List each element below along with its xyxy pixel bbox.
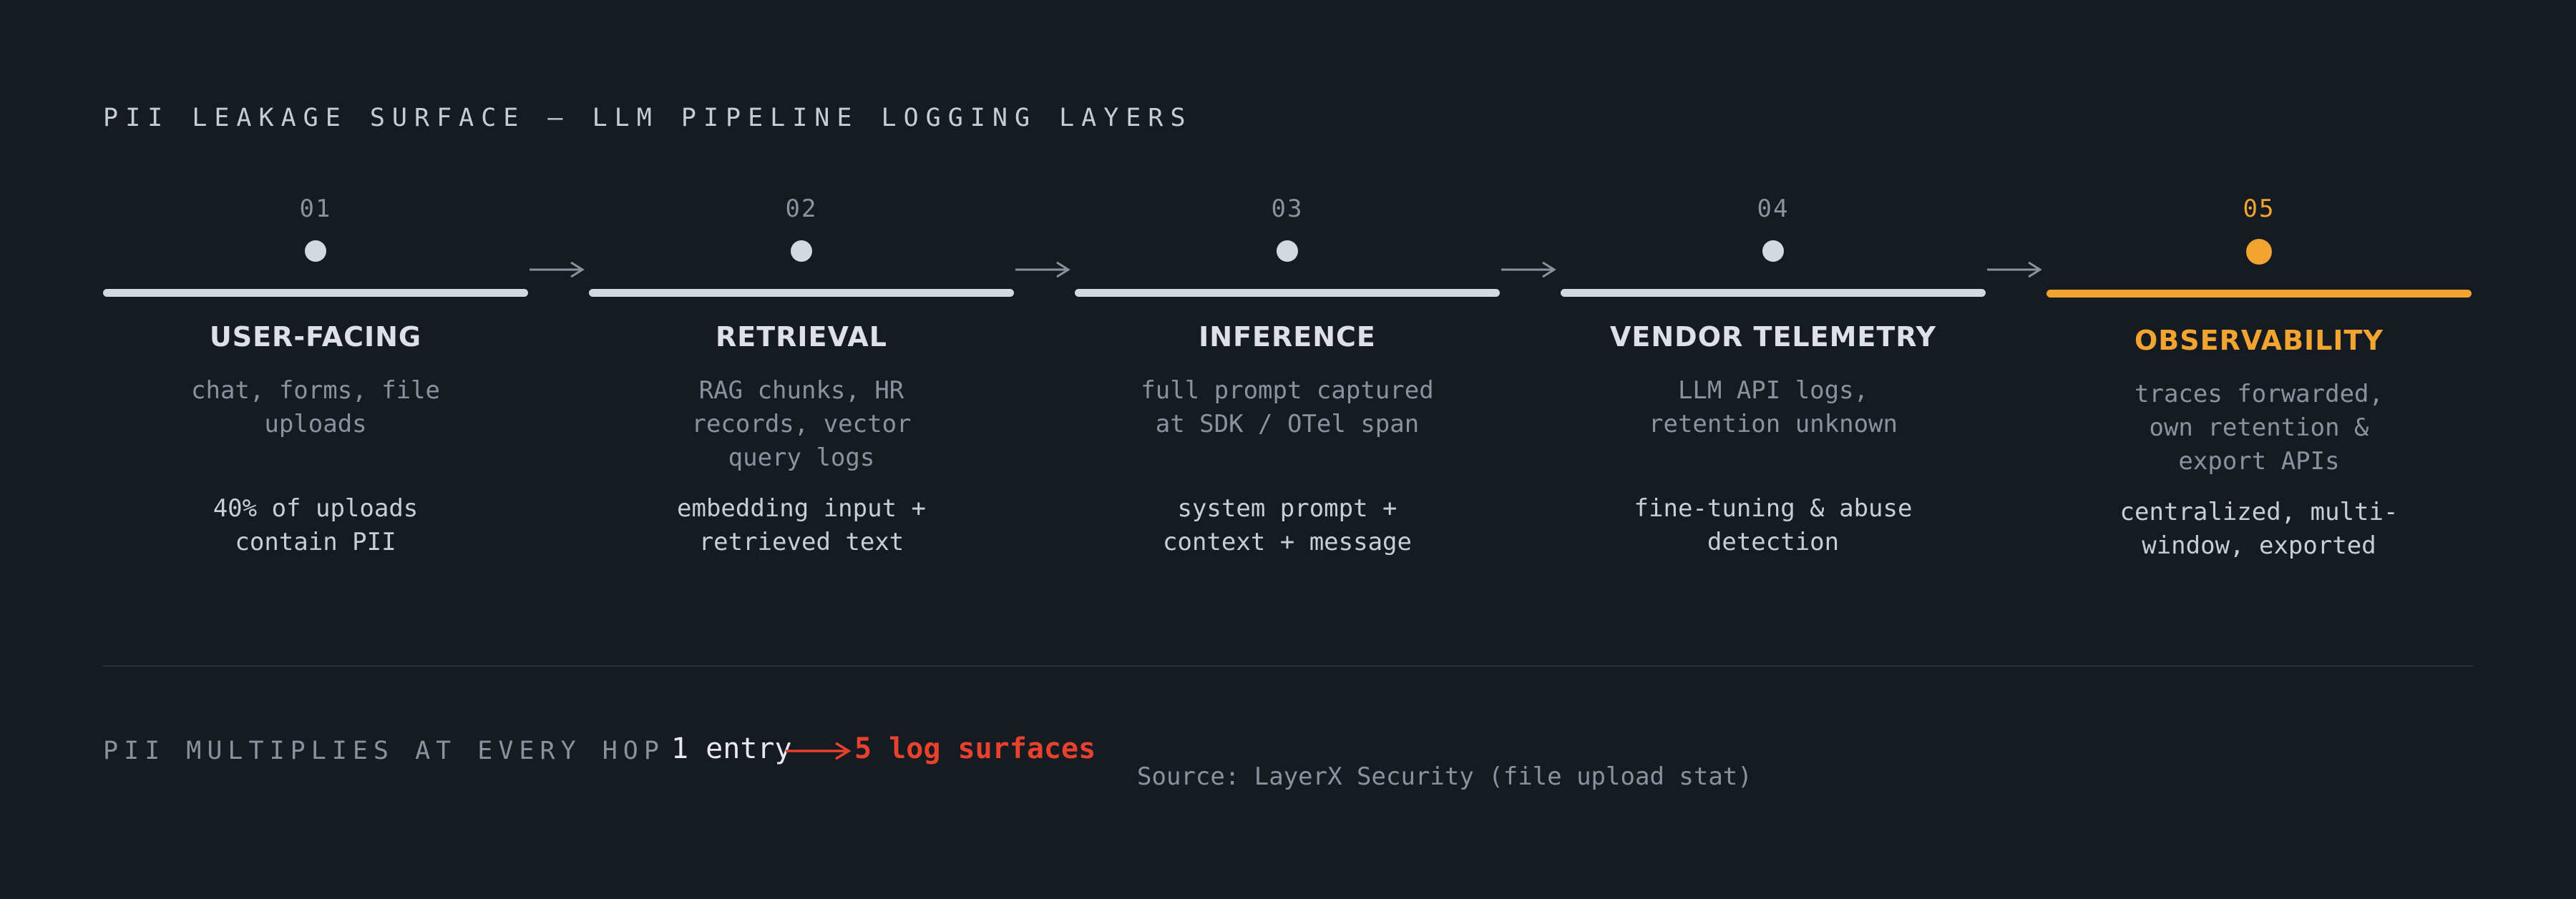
arrow-right-icon: [1015, 261, 1070, 278]
stage-description: chat, forms, file uploads: [191, 376, 440, 438]
dot-icon: [791, 240, 812, 262]
stage-name: USER-FACING: [209, 321, 422, 353]
section-divider: [103, 665, 2473, 667]
stage-number: 05: [2243, 195, 2275, 223]
stage-bar: [1075, 289, 1500, 297]
stage-bar: [103, 289, 528, 297]
stage-name: VENDOR TELEMETRY: [1610, 321, 1936, 353]
stage-description: traces forwarded, own retention & export…: [2135, 380, 2384, 476]
stage-stat: embedding input + retrieved text: [677, 494, 926, 556]
stage-stat: fine-tuning & abuse detection: [1634, 494, 1913, 556]
stage-bar: [1561, 289, 1986, 297]
stage-number: 01: [299, 195, 332, 223]
stage-inference: 03 INFERENCE full prompt captured at SDK…: [1075, 193, 1500, 559]
surface-count: 5 log surfaces: [854, 732, 1096, 765]
arrow-right-icon: [1987, 261, 2042, 278]
stage-bar: [589, 289, 1014, 297]
stage-description: RAG chunks, HR records, vector query log…: [691, 376, 912, 472]
stage-number: 02: [785, 195, 818, 223]
entry-count: 1 entry: [671, 732, 792, 765]
stage-vendor-telemetry: 04 VENDOR TELEMETRY LLM API logs, retent…: [1561, 193, 1986, 559]
arrow-right-icon: [530, 261, 585, 278]
stage-retrieval: 02 RETRIEVAL RAG chunks, HR records, vec…: [589, 193, 1014, 559]
footer-tagline: PII MULTIPLIES AT EVERY HOP: [103, 737, 665, 765]
stage-name: INFERENCE: [1199, 321, 1376, 353]
dot-icon: [1762, 240, 1784, 262]
stage-description: LLM API logs, retention unknown: [1649, 376, 1898, 438]
dot-icon: [305, 240, 326, 262]
stage-name: OBSERVABILITY: [2135, 325, 2384, 356]
stage-stat: centralized, multi-window, exported: [2119, 498, 2399, 560]
stage-stat: system prompt + context + message: [1163, 494, 1412, 556]
arrow-right-icon: [1501, 261, 1556, 278]
stage-name: RETRIEVAL: [716, 321, 887, 353]
stage-observability: 05 OBSERVABILITY traces forwarded, own r…: [2046, 193, 2472, 563]
dot-icon: [1277, 240, 1298, 262]
stage-number: 04: [1757, 195, 1790, 223]
source-note: Source: LayerX Security (file upload sta…: [1137, 762, 1752, 791]
arrow-right-icon: [786, 742, 852, 760]
pipeline-stages: 01 USER-FACING chat, forms, file uploads…: [0, 0, 2576, 644]
stage-number: 03: [1271, 195, 1304, 223]
stage-stat: 40% of uploads contain PII: [213, 494, 419, 556]
stage-description: full prompt captured at SDK / OTel span: [1141, 376, 1434, 438]
stage-bar: [2046, 290, 2472, 298]
stage-user-facing: 01 USER-FACING chat, forms, file uploads…: [103, 193, 528, 559]
dot-icon: [2246, 239, 2272, 265]
